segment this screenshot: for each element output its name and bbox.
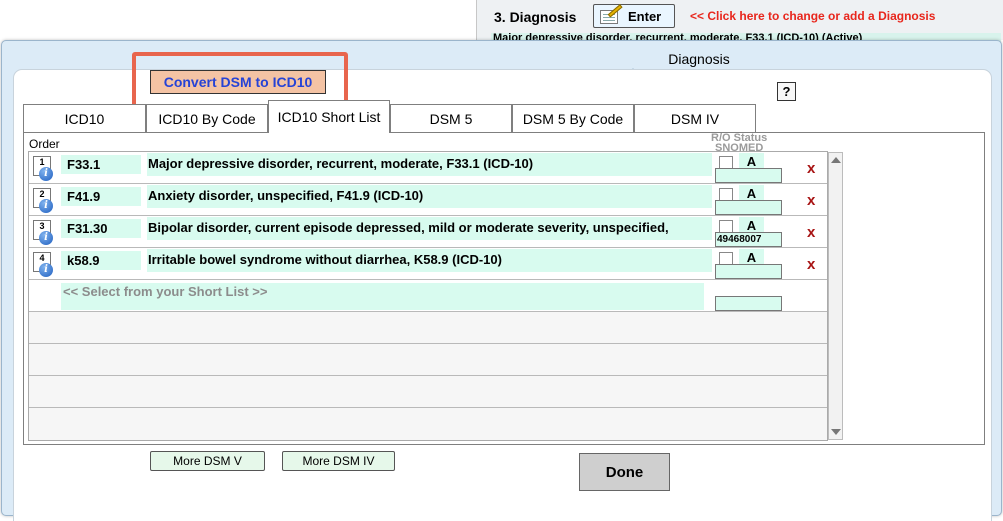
short-list-select[interactable]: << Select from your Short List >> (61, 283, 704, 310)
diagnosis-code: k58.9 (61, 251, 141, 270)
snomed-field[interactable] (715, 168, 782, 183)
section-title: 3. Diagnosis (494, 9, 577, 25)
delete-diagnosis-button[interactable]: x (807, 256, 815, 273)
diagnosis-code: F33.1 (61, 155, 141, 174)
delete-diagnosis-button[interactable]: x (807, 192, 815, 209)
list-scrollbar[interactable] (828, 152, 843, 440)
tab-icd10-by-code[interactable]: ICD10 By Code (146, 104, 268, 133)
convert-dsm-to-icd10-button[interactable]: Convert DSM to ICD10 (150, 70, 326, 94)
tab-dsm5-by-code[interactable]: DSM 5 By Code (512, 104, 634, 133)
snomed-field[interactable] (715, 264, 782, 279)
enter-diagnosis-button[interactable]: Enter (593, 3, 675, 28)
info-icon[interactable]: i (39, 231, 53, 245)
change-diagnosis-hint: << Click here to change or add a Diagnos… (690, 9, 936, 23)
empty-row (29, 408, 827, 440)
more-dsm4-button[interactable]: More DSM IV (282, 451, 395, 471)
empty-row (29, 376, 827, 408)
diagnosis-row: 4 i k58.9 Irritable bowel syndrome witho… (29, 248, 827, 280)
diagnosis-code: F41.9 (61, 187, 141, 206)
order-column-label: Order (29, 137, 60, 151)
more-dsm5-button[interactable]: More DSM V (150, 451, 265, 471)
diagnosis-row: 3 i F31.30 Bipolar disorder, current epi… (29, 216, 827, 248)
diagnosis-description: Anxiety disorder, unspecified, F41.9 (IC… (147, 185, 712, 208)
diagnosis-description: Irritable bowel syndrome without diarrhe… (147, 249, 712, 272)
tab-icd10-short-list[interactable]: ICD10 Short List (268, 100, 390, 133)
info-icon[interactable]: i (39, 263, 53, 277)
delete-diagnosis-button[interactable]: x (807, 224, 815, 241)
tab-dsm5[interactable]: DSM 5 (390, 104, 512, 133)
diagnosis-row: 1 i F33.1 Major depressive disorder, rec… (29, 152, 827, 184)
diagnosis-code: F31.30 (61, 219, 141, 238)
tab-icd10[interactable]: ICD10 (23, 104, 146, 133)
snomed-field[interactable]: 49468007 (715, 232, 782, 247)
snomed-field[interactable] (715, 296, 782, 311)
tab-dsm4[interactable]: DSM IV (634, 104, 756, 133)
diagnosis-row: 2 i F41.9 Anxiety disorder, unspecified,… (29, 184, 827, 216)
info-icon[interactable]: i (39, 199, 53, 213)
scroll-down-icon[interactable] (831, 429, 841, 435)
snomed-field[interactable] (715, 200, 782, 215)
info-icon[interactable]: i (39, 167, 53, 181)
enter-label: Enter (628, 8, 662, 24)
diagnosis-description: Major depressive disorder, recurrent, mo… (147, 153, 712, 176)
scroll-up-icon[interactable] (831, 157, 841, 163)
edit-note-icon (600, 3, 624, 25)
done-button[interactable]: Done (579, 453, 670, 491)
add-diagnosis-row: << Select from your Short List >> (29, 280, 827, 312)
delete-diagnosis-button[interactable]: x (807, 160, 815, 177)
diagnosis-list: 1 i F33.1 Major depressive disorder, rec… (28, 151, 828, 441)
empty-row (29, 344, 827, 376)
diagnosis-description: Bipolar disorder, current episode depres… (147, 217, 712, 240)
empty-row (29, 312, 827, 344)
help-button[interactable]: ? (777, 82, 796, 101)
